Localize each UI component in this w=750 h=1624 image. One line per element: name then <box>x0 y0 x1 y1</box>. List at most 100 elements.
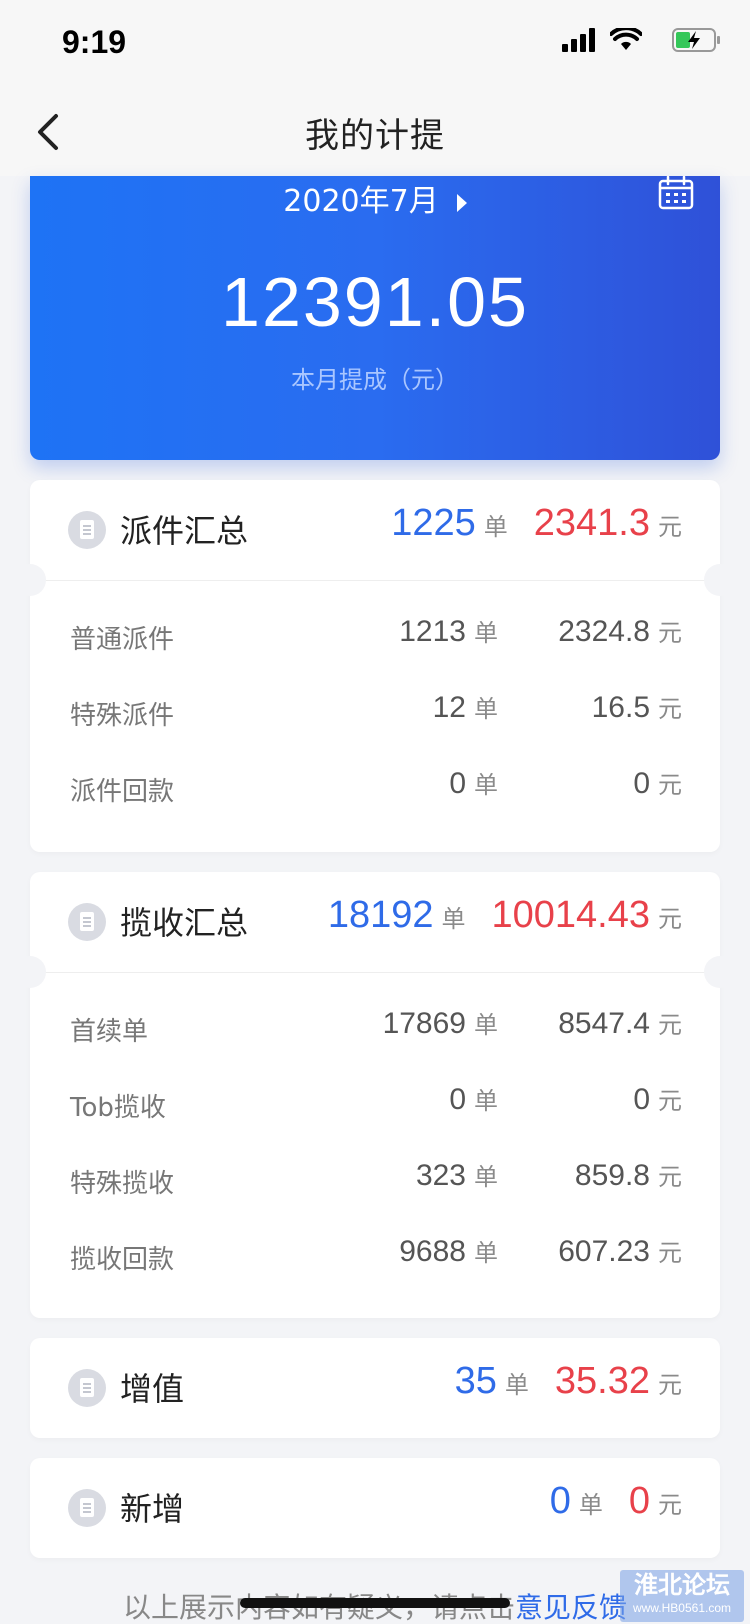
monthly-commission-label: 本月提成（元） <box>291 366 459 394</box>
row-count-value: 0 <box>449 767 466 800</box>
month-selector[interactable]: 2020年7月 <box>30 176 720 220</box>
unit-yuan: 元 <box>658 513 682 541</box>
pickup-total-amount: 10014.43 <box>491 894 651 936</box>
caret-right-icon <box>456 193 467 212</box>
dispatch-summary-values: 1225 单 2341.3 元 <box>391 502 682 545</box>
unit-order: 单 <box>474 1163 498 1191</box>
unit-order: 单 <box>474 771 498 799</box>
calendar-icon[interactable] <box>658 176 694 210</box>
unit-order: 单 <box>483 513 508 541</box>
row-amount-value: 859.8 <box>574 1159 650 1192</box>
feedback-link[interactable]: 意见反馈 <box>515 1591 627 1624</box>
watermark-url: www.HB0561.com <box>632 1601 732 1615</box>
row-amount-value: 0 <box>633 1083 650 1116</box>
value-added-header: 增值 35 单 35.32 元 <box>30 1338 720 1438</box>
row-label: 揽收回款 <box>70 1245 175 1275</box>
document-icon <box>68 903 106 941</box>
unit-order: 单 <box>474 1087 498 1115</box>
list-item: 派件回款 0单 0元 <box>30 753 720 829</box>
row-count-value: 1213 <box>399 615 466 648</box>
monthly-summary-card: 2020年7月 12391.05 本月提成（元） <box>30 176 720 460</box>
home-indicator <box>240 1598 510 1608</box>
page-title: 我的计提 <box>305 116 445 156</box>
status-bar: 9:19 <box>0 0 750 88</box>
row-count: 9688 单 <box>399 1233 498 1269</box>
watermark-title: 淮北论坛 <box>634 1571 730 1599</box>
value-added-card[interactable]: 增值 35 单 35.32 元 <box>30 1338 720 1438</box>
row-amount: 16.5 元 <box>592 689 682 725</box>
pickup-summary-title: 揽收汇总 <box>120 904 249 942</box>
row-count: 1213 单 <box>399 613 498 649</box>
document-icon <box>68 511 106 549</box>
row-count: 0单 <box>449 765 498 801</box>
list-item: 首续单 17869 单 8547.4 元 <box>30 993 720 1069</box>
row-label: 普通派件 <box>70 625 175 655</box>
pickup-detail-list: 首续单 17869 单 8547.4 元 Tob揽收 0单 0元 特殊揽收 323 单… <box>30 973 720 1307</box>
list-item: 特殊揽收 323 单 859.8 元 <box>30 1145 720 1221</box>
row-label: 特殊派件 <box>70 701 175 731</box>
row-amount: 607.23 元 <box>558 1233 682 1269</box>
dispatch-summary-title: 派件汇总 <box>120 512 249 550</box>
new-added-amount: 0 <box>628 1480 650 1522</box>
document-icon <box>68 1489 106 1527</box>
unit-order: 单 <box>441 905 466 933</box>
row-count: 12 单 <box>433 689 498 725</box>
row-amount-value: 0 <box>633 767 650 800</box>
row-amount-value: 16.5 <box>591 691 650 724</box>
value-added-title: 增值 <box>120 1370 185 1408</box>
pickup-summary-values: 18192 单 10014.43 元 <box>328 894 682 937</box>
row-count: 323 单 <box>416 1157 498 1193</box>
unit-order: 单 <box>474 1011 498 1039</box>
monthly-commission-amount: 12391.05 <box>221 263 529 341</box>
value-added-count: 35 <box>454 1360 497 1402</box>
new-added-title: 新增 <box>120 1490 185 1528</box>
list-item: Tob揽收 0单 0元 <box>30 1069 720 1145</box>
dispatch-summary-card[interactable]: 派件汇总 1225 单 2341.3 元 普通派件 1213 单 2324.8 元 特殊派… <box>14 480 736 852</box>
unit-yuan: 元 <box>658 1011 682 1039</box>
row-amount-value: 2324.8 <box>558 615 650 648</box>
row-amount-value: 607.23 <box>558 1235 650 1268</box>
new-added-values: 0单0元 <box>550 1480 682 1523</box>
unit-yuan: 元 <box>658 619 682 647</box>
unit-order: 单 <box>474 619 498 647</box>
row-amount: 2324.8 元 <box>558 613 682 649</box>
list-item: 特殊派件 12 单 16.5 元 <box>30 677 720 753</box>
unit-yuan: 元 <box>658 1239 682 1267</box>
list-item: 揽收回款 9688 单 607.23 元 <box>30 1221 720 1297</box>
unit-yuan: 元 <box>658 905 682 933</box>
value-added-amount: 35.32 <box>554 1360 650 1402</box>
row-count-value: 12 <box>432 691 466 724</box>
unit-yuan: 元 <box>658 1491 682 1519</box>
row-label: Tob揽收 <box>70 1093 166 1123</box>
pickup-summary-header: 揽收汇总 18192 单 10014.43 元 <box>30 872 720 973</box>
document-icon <box>68 1369 106 1407</box>
status-time: 9:19 <box>62 24 127 60</box>
unit-order: 单 <box>578 1491 603 1519</box>
row-count-value: 17869 <box>382 1007 466 1040</box>
row-label: 特殊揽收 <box>70 1169 175 1199</box>
row-label: 首续单 <box>70 1017 149 1047</box>
unit-order: 单 <box>474 1239 498 1267</box>
pickup-summary-card[interactable]: 揽收汇总 18192 单 10014.43 元 首续单 17869 单 8547.4 元 … <box>14 872 736 1318</box>
dispatch-detail-list: 普通派件 1213 单 2324.8 元 特殊派件 12 单 16.5 元 派件回款 0… <box>30 581 720 839</box>
unit-yuan: 元 <box>658 771 682 799</box>
battery-charging-icon <box>672 28 720 52</box>
nav-bar: 我的计提 <box>0 88 750 176</box>
row-count: 0单 <box>449 1081 498 1117</box>
signal-icon <box>562 28 595 52</box>
new-added-card[interactable]: 新增 0单0元 <box>30 1458 720 1558</box>
row-label: 派件回款 <box>70 777 175 807</box>
card-notch <box>704 564 736 596</box>
row-count-value: 0 <box>449 1083 466 1116</box>
dispatch-total-count: 1225 <box>391 502 476 544</box>
page: 9:19 我的计提 2020年7月 12391.05 本月提成（元） 派件汇总 … <box>0 0 750 1624</box>
row-amount: 0元 <box>633 1081 682 1117</box>
row-amount: 8547.4 元 <box>558 1005 682 1041</box>
row-count-value: 323 <box>415 1159 466 1192</box>
wifi-icon <box>610 28 642 50</box>
unit-yuan: 元 <box>658 1163 682 1191</box>
row-amount: 0元 <box>633 765 682 801</box>
value-added-values: 35 单 35.32 元 <box>455 1360 682 1403</box>
dispatch-total-amount: 2341.3 <box>533 502 650 544</box>
row-amount: 859.8 元 <box>575 1157 682 1193</box>
